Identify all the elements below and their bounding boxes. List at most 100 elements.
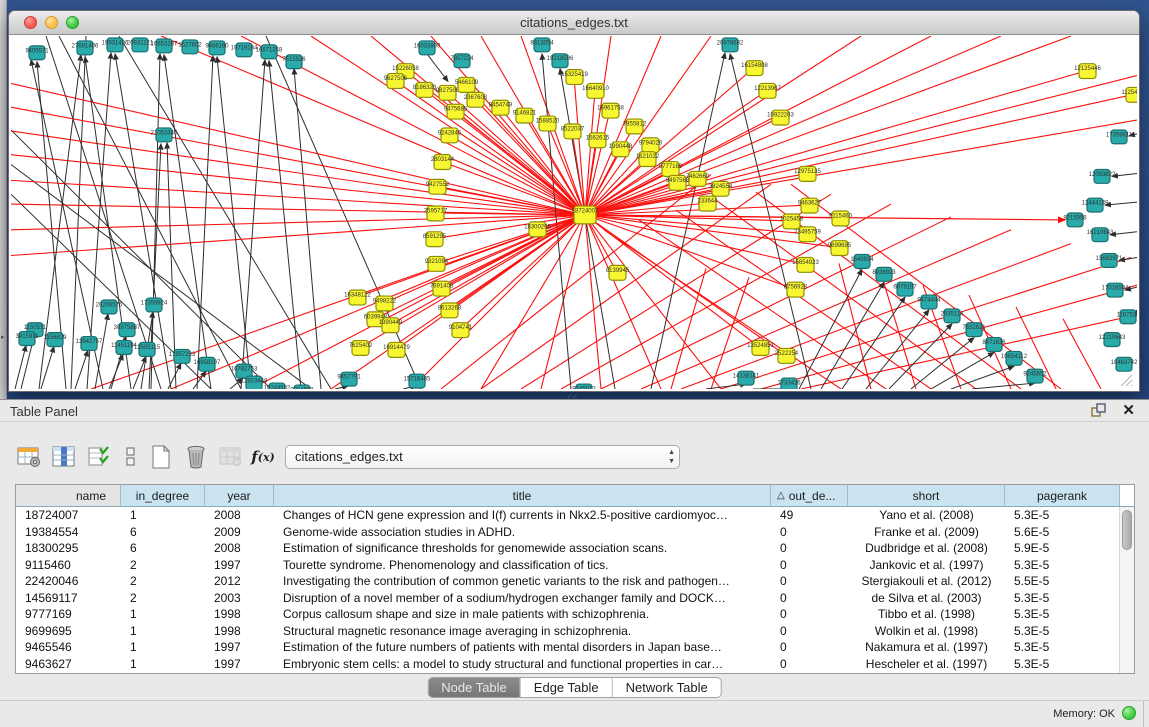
node-label: 12213967 xyxy=(754,86,781,92)
node-label: 2595717 xyxy=(424,209,448,215)
column-header-name[interactable]: name xyxy=(16,485,121,506)
show-columns-icon[interactable] xyxy=(49,442,79,472)
column-header-in_degree[interactable]: in_degree xyxy=(121,485,205,506)
node-label: 8591295 xyxy=(423,234,447,240)
delete-table-icon[interactable] xyxy=(181,442,211,472)
node-label: 2522254 xyxy=(775,351,799,357)
node-label: 7955812 xyxy=(623,122,647,128)
node-label: 1025458 xyxy=(780,216,804,222)
cell-title: Investigating the contribution of common… xyxy=(274,573,771,590)
node-label: 16348122 xyxy=(344,293,371,299)
select-rows-icon[interactable] xyxy=(84,442,114,472)
column-header-pagerank[interactable]: pagerank xyxy=(1005,485,1120,506)
cell-out_degree: 0 xyxy=(771,590,848,607)
vertical-scrollbar[interactable] xyxy=(1119,507,1134,673)
node-label: 23495759 xyxy=(794,229,821,235)
cell-short: Stergiakouli et al. (2012) xyxy=(848,573,1005,590)
table-row[interactable]: 1456911722003Disruption of a novel membe… xyxy=(16,590,1134,607)
node-label: 8454749 xyxy=(489,103,513,109)
node-label: 14138141 xyxy=(733,374,760,380)
cell-year: 1998 xyxy=(205,623,274,640)
new-table-icon[interactable] xyxy=(146,442,176,472)
cell-year: 2012 xyxy=(205,573,274,590)
node-label: 15325419 xyxy=(561,72,588,78)
float-panel-icon[interactable] xyxy=(1091,403,1107,419)
table-row[interactable]: 911546021997Tourette syndrome. Phenomeno… xyxy=(16,557,1134,574)
table-row[interactable]: 977716911998Corpus callosum shape and si… xyxy=(16,606,1134,623)
node-label: 9498222 xyxy=(373,299,397,305)
column-header-year[interactable]: year xyxy=(205,485,274,506)
cell-in_degree: 1 xyxy=(121,639,205,656)
cell-title: Corpus callosum shape and size in male p… xyxy=(274,606,771,623)
window-titlebar[interactable]: citations_edges.txt xyxy=(9,11,1139,35)
network-canvas[interactable]: 9405571276914061993140620931121106532871… xyxy=(11,36,1137,389)
cell-pagerank: 5.3E-5 xyxy=(1005,623,1120,640)
cell-name: 19384554 xyxy=(16,524,121,541)
cell-in_degree: 6 xyxy=(121,540,205,557)
table-row[interactable]: 946554611997Estimation of the future num… xyxy=(16,639,1134,656)
node-label: 27691406 xyxy=(72,43,99,49)
cell-pagerank: 5.9E-5 xyxy=(1005,540,1120,557)
node-label: 7691408 xyxy=(430,284,454,290)
node-label: 11254941 xyxy=(1121,90,1137,96)
scrollbar-thumb[interactable] xyxy=(1122,510,1132,550)
function-builder-icon[interactable]: f(x) xyxy=(248,442,278,472)
node-label: 9427552 xyxy=(426,182,450,188)
table-row[interactable]: 946362711997Embryonic stem cells: a mode… xyxy=(16,656,1134,673)
node-label: 18724007 xyxy=(572,209,599,215)
tab-network-table[interactable]: Network Table xyxy=(613,678,721,697)
column-header-title[interactable]: title xyxy=(274,485,771,506)
node-label: 9475685 xyxy=(444,107,468,113)
table-row[interactable]: 2242004622012Investigating the contribut… xyxy=(16,573,1134,590)
cell-short: Hescheler et al. (1997) xyxy=(848,656,1005,673)
node-label: 9474444 xyxy=(917,298,941,304)
node-label: 1990448 xyxy=(609,144,633,150)
table-header-row: namein_degreeyeartitle△out_de...shortpag… xyxy=(16,485,1134,507)
node-label: 18300295 xyxy=(524,224,551,230)
column-header-out_degree[interactable]: △out_de... xyxy=(771,485,848,506)
node-label: 15226058 xyxy=(392,66,419,72)
node-label: 9284553 xyxy=(290,387,314,389)
table-row[interactable]: 969969511998Structural magnetic resonanc… xyxy=(16,623,1134,640)
cell-in_degree: 6 xyxy=(121,524,205,541)
screen-edge-strip: ▸ xyxy=(0,0,7,399)
tab-edge-table[interactable]: Edge Table xyxy=(521,678,613,697)
table-settings-icon[interactable] xyxy=(14,442,44,472)
table-row[interactable]: 1872400712008Changes of HCN gene express… xyxy=(16,507,1134,524)
node-label: 10922203 xyxy=(767,113,794,119)
node-label: 7515526 xyxy=(282,57,306,63)
network-view-window[interactable]: citations_edges.txt 94055712769140619931… xyxy=(8,10,1140,392)
cell-pagerank: 5.6E-5 xyxy=(1005,524,1120,541)
edge-marker: ▸ xyxy=(1,333,5,341)
node-label: 2803144 xyxy=(431,157,455,163)
cell-pagerank: 5.3E-5 xyxy=(1005,557,1120,574)
table-panel-header[interactable]: Table Panel ✕ xyxy=(0,400,1149,422)
cell-short: Wolkin et al. (1998) xyxy=(848,623,1005,640)
cell-year: 1997 xyxy=(205,639,274,656)
node-label: 8139945 xyxy=(606,268,630,274)
row-height-icon[interactable] xyxy=(116,442,146,472)
node-label: 9457791 xyxy=(337,375,361,381)
cell-name: 18300295 xyxy=(16,540,121,557)
close-panel-icon[interactable]: ✕ xyxy=(1122,401,1135,419)
tab-node-table[interactable]: Node Table xyxy=(428,678,521,697)
node-label: 9405571 xyxy=(25,48,49,54)
cell-title: Estimation of significance thresholds fo… xyxy=(274,540,771,557)
node-label: 2935114 xyxy=(941,311,965,317)
column-header-short[interactable]: short xyxy=(848,485,1005,506)
node-label: 1588520 xyxy=(536,119,560,125)
citation-network-graph[interactable]: 9405571276914061993140620931121106532871… xyxy=(11,36,1137,389)
node-label: 1990449 xyxy=(379,320,403,326)
table-dropdown[interactable]: citations_edges.txt ▲▼ xyxy=(285,445,680,469)
cell-title: Structural magnetic resonance image aver… xyxy=(274,623,771,640)
table-row[interactable]: 1830029562008Estimation of significance … xyxy=(16,540,1134,557)
cell-name: 22420046 xyxy=(16,573,121,590)
cell-pagerank: 5.5E-5 xyxy=(1005,573,1120,590)
node-label: 1156829 xyxy=(44,335,68,341)
resize-grip-icon[interactable] xyxy=(1117,371,1135,387)
table-row[interactable]: 1938455462009Genome-wide association stu… xyxy=(16,524,1134,541)
node-label: 16782753 xyxy=(231,367,258,373)
node-label: 7857224 xyxy=(450,56,474,62)
node-label: 17359924 xyxy=(141,300,168,306)
cell-out_degree: 0 xyxy=(771,606,848,623)
